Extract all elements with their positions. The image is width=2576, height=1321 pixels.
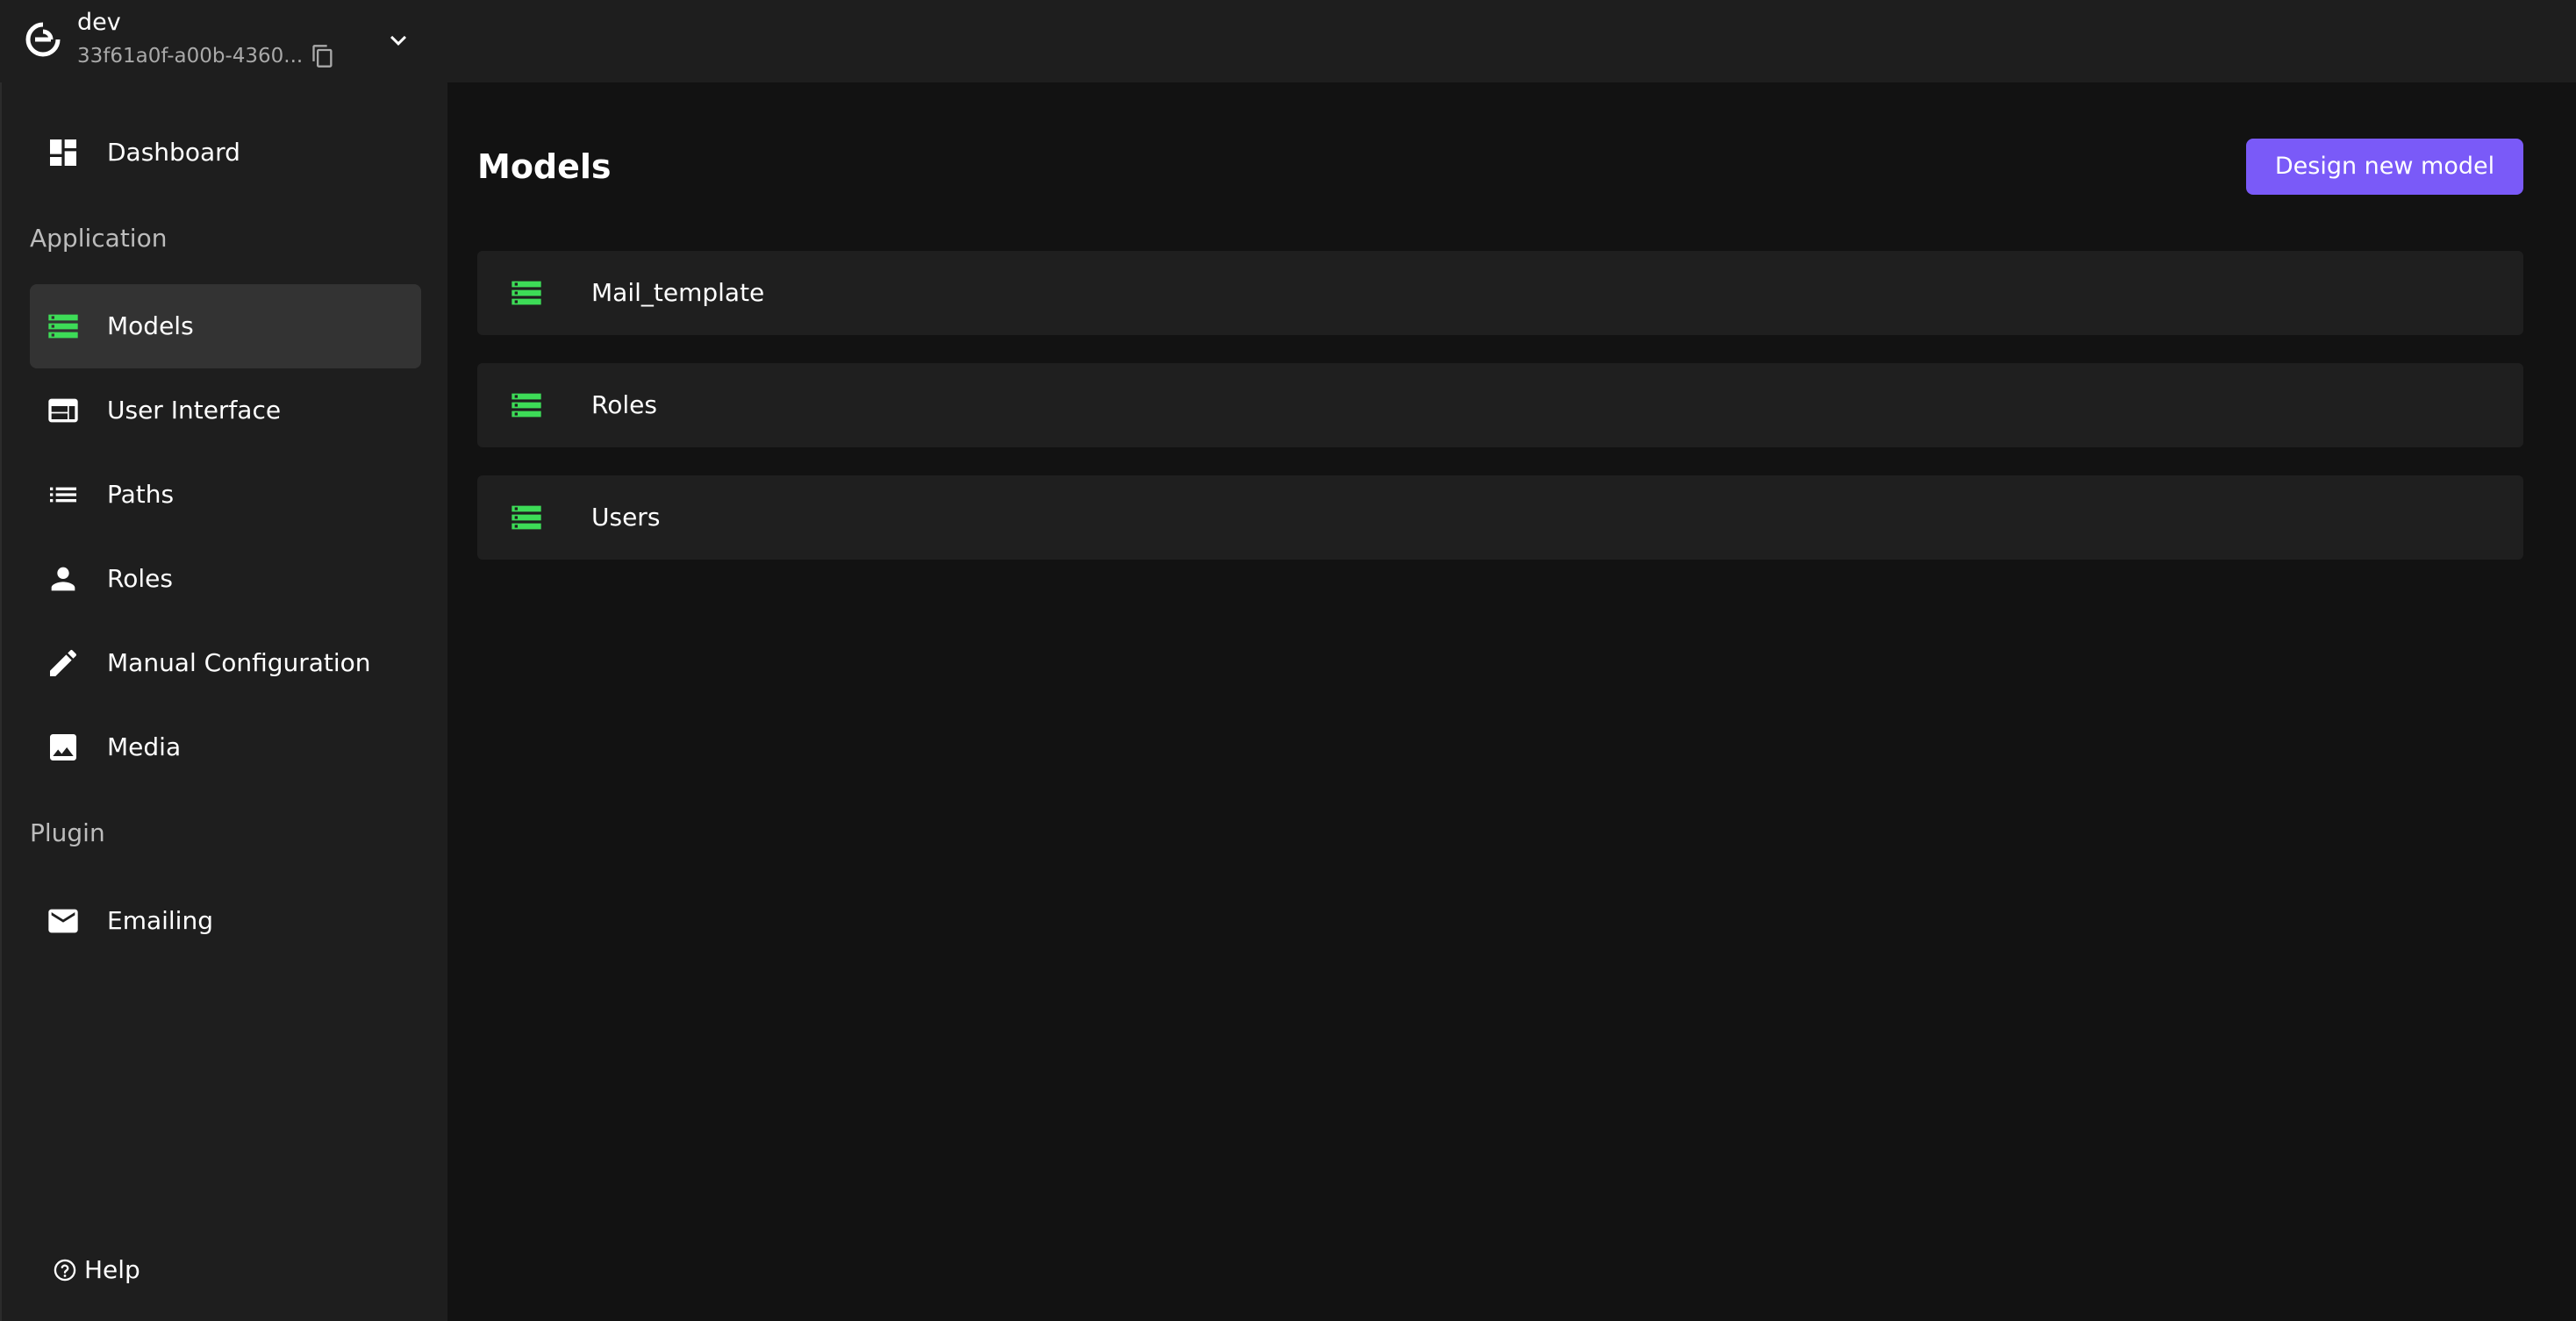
sidebar-item-models[interactable]: Models [30,284,421,368]
image-icon [50,734,76,760]
sidebar-item-manual-configuration[interactable]: Manual Configuration [30,621,421,705]
storage-icon [512,393,541,418]
sidebar-item-media[interactable]: Media [30,705,421,789]
sidebar-item-label: Manual Configuration [107,648,371,677]
sidebar-item-label: Media [107,732,182,761]
project-switcher[interactable]: dev 33f61a0f-a00b-4360... [0,0,447,82]
person-icon [51,567,75,591]
pencil-icon [50,649,76,676]
model-row-roles[interactable]: Roles [477,363,2523,447]
section-heading-plugin: Plugin [30,818,105,847]
model-row-mail-template[interactable]: Mail_template [477,251,2523,335]
layout-icon [48,398,78,423]
model-name: Roles [591,390,657,419]
sidebar-item-roles[interactable]: Roles [30,537,421,621]
storage-icon [48,314,78,339]
sidebar: Dashboard Application Models User Interf… [0,82,447,1321]
model-name: Mail_template [591,278,765,307]
help-icon [54,1259,76,1282]
storage-icon [512,505,541,530]
sidebar-item-dashboard[interactable]: Dashboard [30,111,421,195]
sidebar-item-label: Paths [107,480,175,509]
list-icon [50,487,76,503]
top-bar: dev 33f61a0f-a00b-4360... [0,0,2576,82]
design-new-model-button[interactable]: Design new model [2246,139,2523,195]
sidebar-item-paths[interactable]: Paths [30,453,421,537]
section-heading-application: Application [30,224,168,253]
copy-icon[interactable] [311,44,335,68]
project-id: 33f61a0f-a00b-4360... [77,45,304,68]
main-content: Models Design new model Mail_template Ro… [447,82,2576,1321]
page-title: Models [477,147,612,186]
sidebar-item-emailing[interactable]: Emailing [30,879,421,963]
chevron-down-icon[interactable] [383,25,414,56]
sidebar-item-label: Emailing [107,906,213,935]
project-name: dev [77,9,121,36]
sidebar-item-label: Roles [107,564,173,593]
logo-icon [25,22,61,57]
storage-icon [512,281,541,305]
model-row-users[interactable]: Users [477,475,2523,560]
app-window: dev 33f61a0f-a00b-4360... Dashboard Appl… [0,0,2576,1321]
mail-icon [48,909,78,933]
sidebar-item-label: User Interface [107,396,282,425]
help-label: Help [84,1255,140,1284]
dashboard-icon [50,139,76,166]
model-name: Users [591,503,661,532]
sidebar-item-label: Dashboard [107,138,240,167]
sidebar-item-user-interface[interactable]: User Interface [30,368,421,453]
sidebar-item-label: Models [107,311,194,340]
